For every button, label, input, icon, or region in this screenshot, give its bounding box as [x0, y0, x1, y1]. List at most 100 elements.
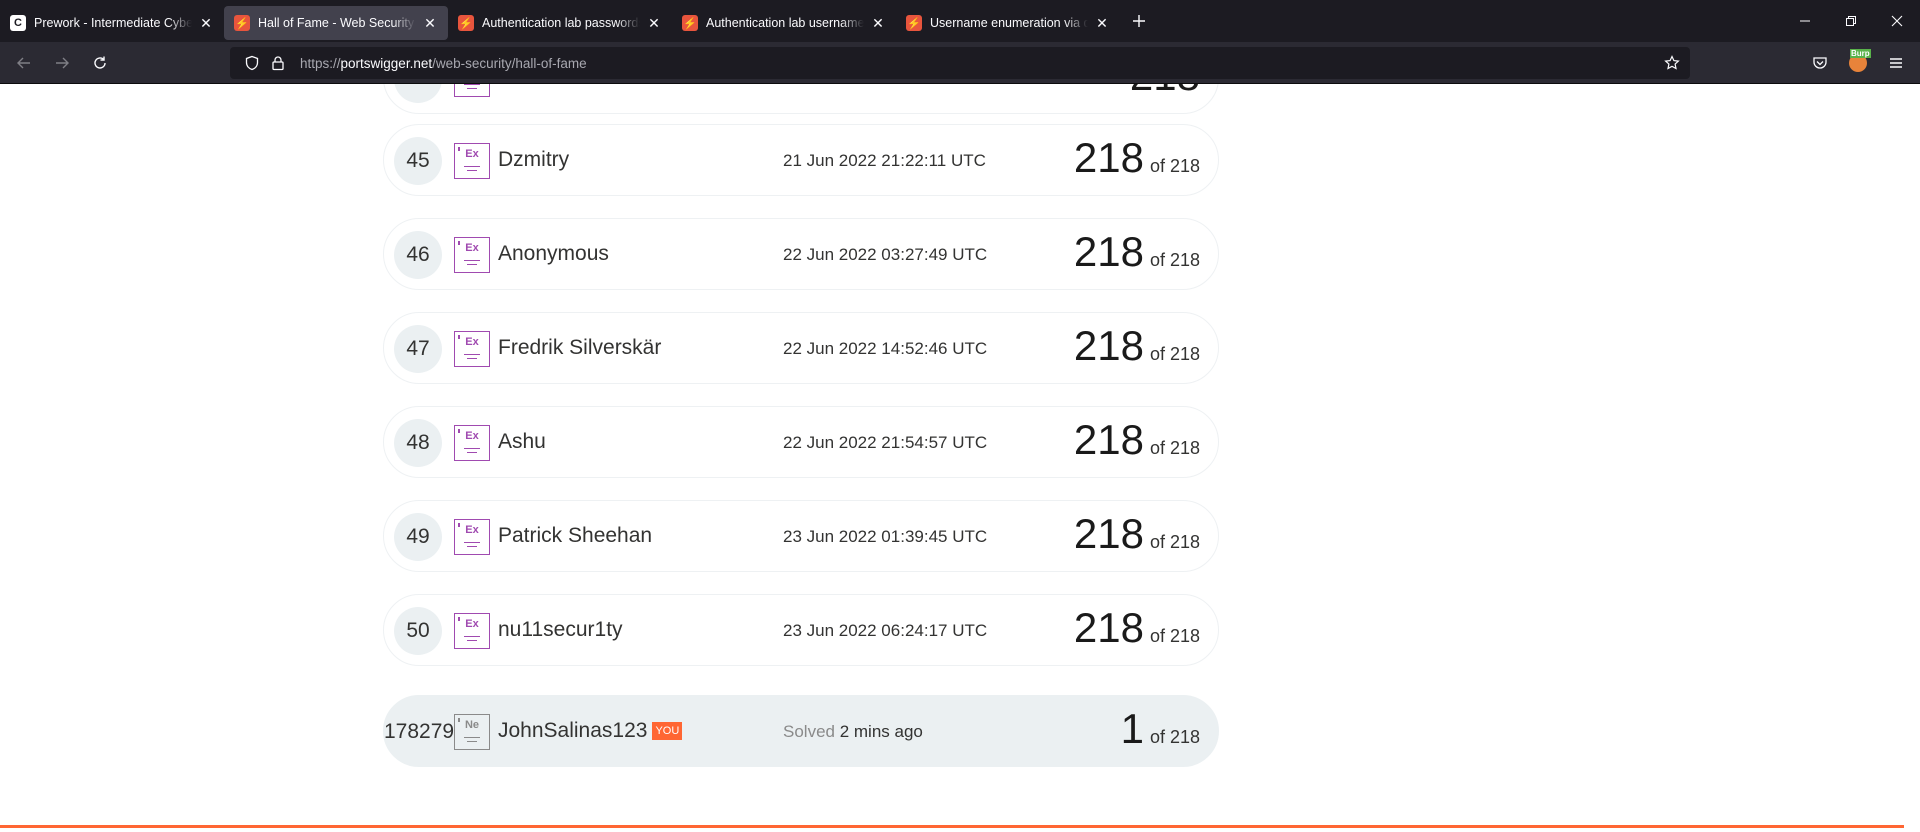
- tab-title: Authentication lab passwords | W: [482, 16, 640, 30]
- tab-close-button[interactable]: ✕: [422, 15, 438, 32]
- score-total: of 218: [1149, 727, 1200, 747]
- score-value: 218: [1073, 322, 1144, 369]
- arrow-left-icon: [17, 57, 30, 68]
- score-total: of 218: [1149, 344, 1200, 364]
- completion-date: 23 Jun 2022 01:39:45 UTC: [783, 527, 988, 546]
- current-user-name[interactable]: JohnSalinas123: [498, 719, 647, 742]
- user-name[interactable]: Fredrik Silverskär: [498, 336, 661, 360]
- browser-tab[interactable]: ⚡ Authentication lab usernames | ✕: [672, 6, 896, 40]
- badge-label: Ex: [465, 618, 479, 630]
- forward-button[interactable]: [46, 47, 78, 79]
- plus-icon: [1133, 15, 1145, 27]
- back-button[interactable]: [8, 47, 40, 79]
- leaderboard-row: 50 Ex nu11secur1ty 23 Jun 2022 06:24:17 UTC…: [383, 594, 1219, 666]
- solved-info: Solved 2 mins ago: [783, 722, 923, 742]
- rank-circle: 47: [394, 325, 442, 373]
- star-icon: [1664, 55, 1680, 70]
- user-name[interactable]: nu11secur1ty: [498, 618, 623, 642]
- score-total: of 218: [1149, 532, 1200, 552]
- completion-date: 22 Jun 2022 14:52:46 UTC: [783, 339, 988, 358]
- browser-tab[interactable]: ⚡ Authentication lab passwords | W ✕: [448, 6, 672, 40]
- tab-title: Authentication lab usernames |: [706, 16, 864, 30]
- burp-extension-label: Burp: [1850, 49, 1871, 58]
- pocket-button[interactable]: [1804, 47, 1836, 79]
- score-value: 1: [1120, 705, 1144, 752]
- expert-badge-icon: Ex: [454, 237, 490, 273]
- lock-icon[interactable]: [268, 53, 288, 73]
- tab-close-button[interactable]: ✕: [646, 15, 662, 32]
- tab-title: Prework - Intermediate Cyberse: [34, 16, 192, 30]
- score-total: of 218: [1149, 156, 1200, 176]
- rank-circle: 46: [394, 231, 442, 279]
- user-name[interactable]: Ashu: [498, 430, 546, 454]
- badge-label: Ex: [465, 336, 479, 348]
- tab-close-button[interactable]: ✕: [198, 15, 214, 32]
- score-value: 218: [1073, 416, 1144, 463]
- navigation-bar: https://portswigger.net/web-security/hal…: [0, 42, 1920, 84]
- score: 218 of 218: [1074, 134, 1200, 182]
- score-value: 218: [1073, 510, 1144, 557]
- rank-circle: 50: [394, 607, 442, 655]
- leaderboard-row: 45 Ex Dzmitry 21 Jun 2022 21:22:11 UTC 218 of…: [383, 124, 1219, 196]
- browser-tab[interactable]: ⚡ Username enumeration via diffe ✕: [896, 6, 1120, 40]
- new-tab-button[interactable]: [1124, 6, 1154, 36]
- expert-badge-icon: [454, 84, 490, 97]
- solved-label: Solved: [783, 722, 835, 741]
- reload-button[interactable]: [84, 47, 116, 79]
- burp-extension-button[interactable]: Burp: [1842, 47, 1874, 79]
- arrow-right-icon: [56, 57, 69, 68]
- browser-tab[interactable]: ⚡ Hall of Fame - Web Security Ac ✕: [224, 6, 448, 40]
- tab-title: Hall of Fame - Web Security Ac: [258, 16, 416, 30]
- leaderboard-row-partial: 218: [383, 84, 1219, 114]
- completion-date: 23 Jun 2022 06:24:17 UTC: [783, 621, 988, 640]
- completion-date: 22 Jun 2022 03:27:49 UTC: [783, 245, 988, 264]
- expert-badge-icon: Ex: [454, 425, 490, 461]
- user-name[interactable]: Anonymous: [498, 242, 609, 266]
- expert-badge-icon: Ex: [454, 519, 490, 555]
- site-c-favicon-icon: C: [10, 15, 26, 31]
- leaderboard-row: 46 Ex Anonymous 22 Jun 2022 03:27:49 UTC 218…: [383, 218, 1219, 290]
- leaderboard-row: 49 Ex Patrick Sheehan 23 Jun 2022 01:39:45 …: [383, 500, 1219, 572]
- score: 218: [1130, 84, 1200, 100]
- rank-circle: 48: [394, 419, 442, 467]
- user-name[interactable]: Dzmitry: [498, 148, 569, 172]
- badge-label: Ex: [465, 148, 479, 160]
- expert-badge-icon: Ex: [454, 143, 490, 179]
- score: 218 of 218: [1074, 416, 1200, 464]
- score: 218 of 218: [1074, 604, 1200, 652]
- url-prefix: https://: [300, 55, 341, 71]
- url-path: /web-security/hall-of-fame: [432, 55, 587, 71]
- close-window-button[interactable]: [1874, 0, 1920, 42]
- badge-label: Ex: [465, 430, 479, 442]
- browser-tab[interactable]: C Prework - Intermediate Cyberse ✕: [0, 6, 224, 40]
- leaderboard-row: 48 Ex Ashu 22 Jun 2022 21:54:57 UTC 218 of 21…: [383, 406, 1219, 478]
- user-name[interactable]: Patrick Sheehan: [498, 524, 652, 548]
- window-controls: [1782, 0, 1920, 42]
- tab-close-button[interactable]: ✕: [870, 15, 886, 32]
- badge-label: Ne: [464, 719, 480, 731]
- reload-icon: [94, 56, 106, 69]
- score-total: of 218: [1149, 250, 1200, 270]
- restore-button[interactable]: [1828, 0, 1874, 42]
- menu-button[interactable]: [1880, 47, 1912, 79]
- completion-date: 22 Jun 2022 21:54:57 UTC: [783, 433, 988, 452]
- current-user-name-wrapper: JohnSalinas123 YOU: [498, 719, 683, 743]
- portswigger-favicon-icon: ⚡: [458, 15, 474, 31]
- url-text: https://portswigger.net/web-security/hal…: [300, 56, 587, 71]
- hamburger-menu-icon: [1890, 58, 1902, 68]
- shield-icon[interactable]: [242, 53, 262, 73]
- bookmark-star-button[interactable]: [1662, 53, 1682, 73]
- score-total: of 218: [1149, 438, 1200, 458]
- portswigger-favicon-icon: ⚡: [906, 15, 922, 31]
- score: 218 of 218: [1074, 510, 1200, 558]
- rank-circle: [394, 84, 442, 103]
- expert-badge-icon: Ex: [454, 331, 490, 367]
- tab-title: Username enumeration via diffe: [930, 16, 1088, 30]
- completion-date: 21 Jun 2022 21:22:11 UTC: [783, 151, 986, 170]
- minimize-button[interactable]: [1782, 0, 1828, 42]
- tab-close-button[interactable]: ✕: [1094, 15, 1110, 32]
- portswigger-favicon-icon: ⚡: [234, 15, 250, 31]
- scrollbar[interactable]: [1904, 84, 1920, 832]
- address-bar[interactable]: https://portswigger.net/web-security/hal…: [230, 47, 1690, 79]
- page-content: 218 45 Ex Dzmitry 21 Jun 2022 21:22:11 UTC 2…: [0, 84, 1904, 832]
